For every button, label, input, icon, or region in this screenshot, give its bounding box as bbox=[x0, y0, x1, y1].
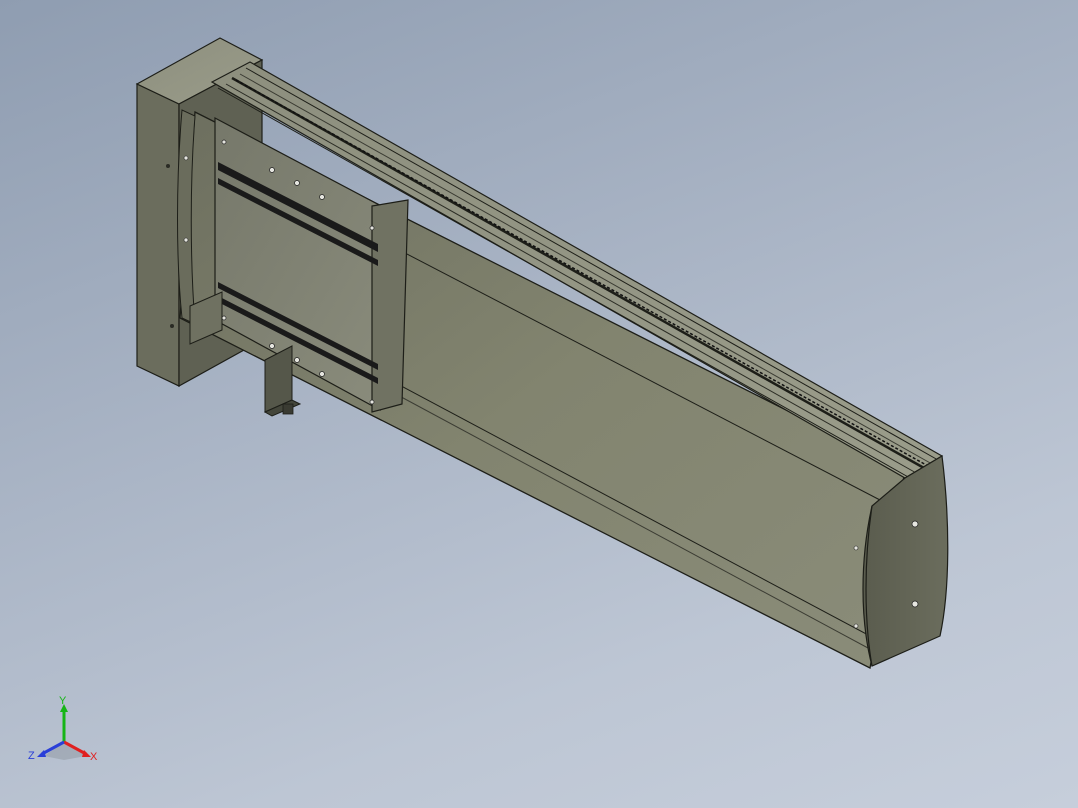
axis-z-label: Z bbox=[28, 750, 35, 762]
screw-hole bbox=[319, 371, 325, 377]
linear-actuator-model[interactable] bbox=[0, 0, 1078, 808]
screw-hole bbox=[319, 194, 325, 200]
screw-hole bbox=[221, 315, 227, 321]
rail-body[interactable] bbox=[179, 61, 944, 669]
view-triad[interactable]: Y X Z bbox=[24, 694, 108, 770]
screw-hole bbox=[221, 139, 227, 145]
screw-hole bbox=[170, 324, 174, 328]
screw-hole bbox=[294, 357, 300, 363]
axis-y-label: Y bbox=[59, 695, 67, 707]
motor-block-side bbox=[136, 83, 180, 387]
screw-hole bbox=[269, 343, 275, 349]
axis-x-label: X bbox=[90, 751, 98, 763]
screw-hole bbox=[294, 180, 300, 186]
cad-viewport[interactable]: Y X Z bbox=[0, 0, 1078, 808]
screw-hole bbox=[369, 399, 375, 405]
screw-hole bbox=[269, 167, 275, 173]
screw-hole bbox=[166, 164, 170, 168]
screw-hole bbox=[369, 225, 375, 231]
